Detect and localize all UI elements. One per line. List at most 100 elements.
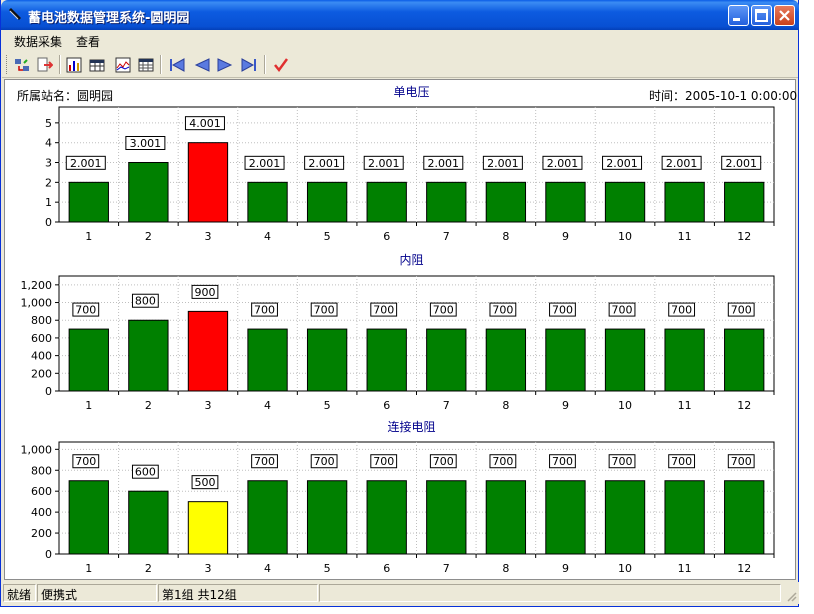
table-icon — [89, 59, 105, 71]
x-tick-label: 4 — [264, 399, 271, 412]
x-tick-label: 7 — [443, 562, 450, 575]
y-tick-label: 0 — [45, 548, 52, 561]
x-tick-label: 10 — [618, 230, 632, 243]
chart-3: 连接电阻 0 200 400 600 800 1,000 700 1 600 2 500 3 700 4 70… — [21, 419, 775, 575]
maximize-button[interactable] — [751, 5, 772, 26]
bar — [187, 501, 229, 555]
data-label: 700 — [433, 304, 454, 317]
menu-view[interactable]: 查看 — [76, 33, 100, 50]
data-label: 700 — [254, 455, 275, 468]
x-tick-label: 2 — [145, 399, 152, 412]
bar — [426, 480, 467, 555]
bar — [68, 328, 109, 392]
bar — [426, 181, 467, 223]
status-group: 第1组 共12组 — [158, 584, 318, 602]
check-icon — [274, 57, 289, 72]
bar — [604, 328, 646, 392]
toolbar-separator — [59, 55, 61, 74]
y-tick-label: 5 — [45, 117, 52, 130]
last-button[interactable] — [240, 56, 258, 73]
data-label: 4.001 — [189, 117, 221, 130]
x-tick-label: 8 — [502, 230, 509, 243]
x-tick-label: 10 — [618, 399, 632, 412]
last-icon — [241, 57, 256, 72]
grid-button[interactable] — [137, 56, 155, 73]
bar — [545, 328, 586, 392]
collect-icon — [15, 58, 29, 71]
data-label: 700 — [75, 304, 96, 317]
x-tick-label: 1 — [85, 562, 92, 575]
toolbar-grip[interactable] — [6, 55, 9, 74]
data-label: 700 — [433, 455, 454, 468]
x-tick-label: 8 — [502, 399, 509, 412]
export-icon — [37, 57, 53, 71]
x-tick-label: 9 — [562, 562, 569, 575]
status-ready: 就绪 — [3, 584, 36, 602]
bar — [724, 480, 765, 555]
data-label: 700 — [731, 304, 752, 317]
x-tick-label: 6 — [383, 399, 390, 412]
x-tick-label: 3 — [204, 562, 211, 575]
x-tick-label: 11 — [678, 562, 692, 575]
bar — [68, 181, 109, 223]
bar — [68, 480, 109, 555]
data-label: 700 — [731, 455, 752, 468]
export-button[interactable] — [36, 56, 54, 73]
bar — [724, 181, 765, 223]
y-tick-label: 600 — [31, 332, 52, 345]
close-icon — [779, 10, 790, 21]
y-tick-label: 600 — [31, 485, 52, 498]
menu-bar: 数据采集 查看 — [2, 30, 798, 51]
table-button[interactable] — [88, 56, 106, 73]
x-tick-label: 6 — [383, 562, 390, 575]
confirm-button[interactable] — [272, 56, 290, 73]
x-tick-label: 3 — [204, 230, 211, 243]
x-tick-label: 11 — [678, 399, 692, 412]
data-label: 2.001 — [725, 157, 757, 170]
minimize-button[interactable] — [728, 5, 749, 26]
charts-canvas: 单电压0123452.00113.00124.00132.00142.00152… — [21, 85, 775, 575]
resize-grip-icon[interactable] — [785, 590, 797, 602]
x-tick-label: 1 — [85, 230, 92, 243]
menu-data-collect[interactable]: 数据采集 — [14, 33, 62, 50]
y-tick-label: 200 — [31, 527, 52, 540]
chart-2: 内阻 0 200 400 600 800 1,000 1,200 700 1 800 2 900 3 700… — [21, 253, 775, 412]
bar — [306, 480, 348, 555]
data-label: 900 — [194, 286, 215, 299]
data-label: 700 — [75, 455, 96, 468]
data-label: 2.001 — [249, 157, 281, 170]
data-label: 2.001 — [547, 157, 579, 170]
next-icon — [217, 57, 233, 72]
y-tick-label: 0 — [45, 216, 52, 229]
bar — [366, 328, 407, 392]
x-tick-label: 9 — [562, 230, 569, 243]
first-button[interactable] — [168, 56, 186, 73]
bar-chart-button[interactable] — [65, 56, 83, 73]
data-label: 700 — [254, 304, 275, 317]
collect-button[interactable] — [13, 56, 31, 73]
x-tick-label: 12 — [737, 399, 751, 412]
x-tick-label: 5 — [324, 562, 331, 575]
title-bar[interactable]: 蓄电池数据管理系统-圆明园 — [1, 0, 799, 30]
bar — [306, 181, 348, 223]
data-label: 2.001 — [487, 157, 519, 170]
y-tick-label: 3 — [45, 157, 52, 170]
bar — [604, 480, 646, 555]
x-tick-label: 3 — [204, 399, 211, 412]
y-tick-label: 0 — [45, 385, 52, 398]
maximize-icon — [755, 9, 768, 22]
next-button[interactable] — [216, 56, 234, 73]
curve-button[interactable] — [114, 56, 132, 73]
data-label: 2.001 — [666, 157, 698, 170]
bar — [187, 310, 229, 392]
prev-button[interactable] — [193, 56, 211, 73]
x-tick-label: 11 — [678, 230, 692, 243]
close-button[interactable] — [774, 5, 795, 26]
y-tick-label: 400 — [31, 506, 52, 519]
bar — [604, 181, 646, 223]
bar — [426, 328, 467, 392]
toolbar-separator — [160, 55, 162, 74]
window-title: 蓄电池数据管理系统-圆明园 — [28, 11, 190, 26]
data-label: 700 — [671, 455, 692, 468]
data-label: 700 — [612, 455, 633, 468]
